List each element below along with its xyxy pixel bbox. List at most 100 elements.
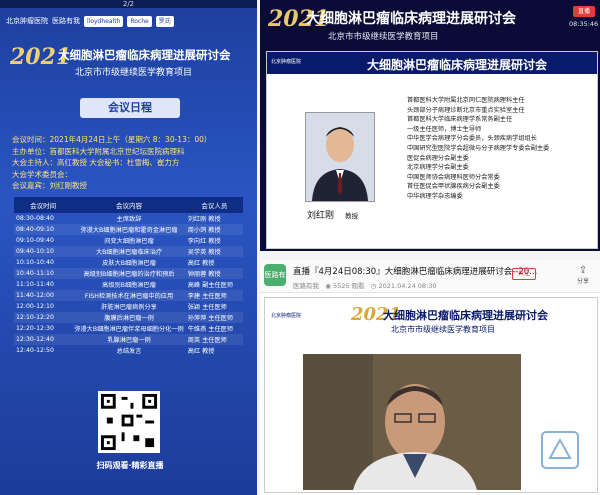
bio-line: 首都医科大学临床病理学系常务副主任	[407, 116, 513, 124]
table-cell: 12:30-12:40	[14, 334, 73, 345]
table-cell: FISH检测技术在淋巴瘤中的应用	[72, 290, 186, 301]
table-row: 08:40-09:10 弥漫大B细胞淋巴瘤和霍奇金淋巴瘤 周小鸽 教授	[14, 224, 243, 235]
live-badge: 直播	[573, 6, 595, 17]
table-row: 12:20-12:30 弥漫大B细胞淋巴瘤伴浆母细胞分化一例 牛维燕 主任医师	[14, 323, 243, 334]
clock-readout: 08:35:46	[569, 20, 599, 28]
sponsor-strip: 北京肿瘤医院 医路有我 lloydhealth Roche 罗氏	[6, 11, 251, 31]
speaker-caption: 刘红刚 教授	[307, 203, 358, 222]
table-cell: 11:40-12:00	[14, 290, 73, 301]
speaker-slide: 北京肿瘤医院 大细胞淋巴瘤临床病理进展研讨会 刘红刚 教授 首都医科大学附属北京…	[266, 51, 598, 249]
poster-subtitle: 北京市市级继续医学教育项目	[75, 68, 193, 78]
poster-title: 大细胞淋巴瘤临床病理进展研讨会	[58, 48, 231, 62]
speaker-name: 刘红刚	[307, 211, 335, 221]
table-cell: 11:10-11:40	[16, 281, 54, 288]
video-slide-title: 大细胞淋巴瘤临床病理进展研讨会	[383, 309, 548, 322]
table-row: 08:30-08:40 主席致辞 刘红刚 教授	[14, 213, 243, 224]
table-cell: 高级别B细胞淋巴瘤	[102, 282, 156, 289]
table-cell: 牛维燕 主任医师	[187, 326, 234, 333]
speaker-photo	[305, 112, 375, 202]
table-cell: 李向红 教授	[187, 238, 221, 245]
table-cell: 总结发言	[116, 348, 142, 355]
bio-line: 医促会病理分会副主委	[407, 154, 469, 162]
table-row: 10:10-10:40 皮肤大B细胞淋巴瘤 高红 教授	[14, 257, 243, 268]
table-cell: 弥漫大B细胞淋巴瘤伴浆母细胞分化一例	[74, 326, 184, 333]
table-cell: 间变大细胞淋巴瘤	[104, 238, 154, 245]
share-icon: ⇪	[578, 265, 588, 276]
speaker-video-icon	[303, 354, 521, 490]
qr-caption: 扫码观看·精彩直播	[96, 461, 164, 470]
table-cell: 高红 教授	[187, 260, 215, 267]
info-line: 大会主持人：高红教授 大会秘书：杜雪梅、崔力方	[12, 158, 180, 167]
sponsor-logo: 罗氏	[155, 15, 174, 27]
bio-line: 首都医科大学附属北京同仁医院病理科主任	[407, 97, 525, 104]
stream-subtitle: 北京市市级继续医学教育项目	[328, 32, 439, 42]
view-count: 5525 观看	[332, 282, 365, 290]
table-row: 10:40-11:10 高级别B细胞淋巴瘤的治疗和预后 钟丽蓉 教授	[14, 268, 243, 279]
table-cell: 弥漫大B细胞淋巴瘤和霍奇金淋巴瘤	[72, 224, 186, 235]
table-row: 09:40-10:10 大B细胞淋巴瘤临床治疗 吴学英 教授	[14, 246, 243, 257]
table-cell: 高红 教授	[187, 348, 215, 355]
bio-line: 一级主任医师，博士生导师	[407, 125, 482, 133]
speaker-bio: 首都医科大学附属北京同仁医院病理科主任 头颈部分子病理诊断北京市重点实验室主任 首都…	[407, 96, 597, 202]
eye-icon: ◉	[325, 282, 331, 290]
table-cell: 12:00-12:10	[16, 303, 54, 310]
speaker-camera-feed	[303, 354, 521, 490]
slide-header: 北京肿瘤医院 大细胞淋巴瘤临床病理进展研讨会	[267, 52, 597, 74]
channel-avatar[interactable]: 医路有我	[264, 264, 286, 301]
schedule-heading: 会议日程	[80, 98, 180, 118]
table-cell: 高级别B细胞淋巴瘤的治疗和预后	[72, 268, 186, 279]
table-cell: 10:40-11:10	[14, 268, 73, 279]
video-date: 2021.04.24 08:30	[378, 282, 437, 290]
clock-icon: ◷	[370, 282, 377, 290]
speaker-portrait-icon	[306, 113, 374, 201]
page-indicator: 2/2	[0, 0, 257, 8]
video-slide-subtitle: 北京市市级继续医学教育项目	[391, 325, 495, 334]
schedule-body: 08:30-08:40 主席致辞 刘红刚 教授 08:40-09:10 弥漫大B细胞淋巴…	[14, 213, 243, 356]
bio-line: 头颈部分子病理诊断北京市重点实验室主任	[407, 106, 525, 114]
table-cell: 08:40-09:10	[14, 224, 73, 235]
table-cell: 刘红刚 教授	[187, 216, 221, 223]
table-cell: 吴学英 教授	[185, 246, 243, 257]
table-cell: 肝脏淋巴瘤病例分享	[101, 304, 157, 311]
table-cell: 10:10-10:40	[16, 259, 54, 266]
table-cell: 08:30-08:40	[16, 215, 54, 222]
table-cell: 12:40-12:50	[16, 347, 54, 354]
table-row: 12:10-12:20 腹膜后淋巴瘤一例 孙萍萍 主任医师	[14, 312, 243, 323]
table-row: 12:30-12:40 乳腺淋巴瘤一例 周英 主任医师	[14, 334, 243, 345]
hospital-logo: 北京肿瘤医院	[271, 59, 302, 65]
slide-title: 大细胞淋巴瘤临床病理进展研讨会	[367, 58, 548, 72]
bio-line: 中国医师协会病理科医师分会常委	[407, 173, 500, 181]
table-cell: 张颖 主任医师	[187, 304, 227, 311]
left-poster-panel: 2/2 北京肿瘤医院 医路有我 lloydhealth Roche 罗氏 202…	[0, 0, 257, 495]
table-cell: 主席致辞	[116, 216, 142, 223]
stream-title: 大细胞淋巴瘤临床病理进展研讨会	[306, 11, 516, 27]
table-row: 09:10-09:40 间变大细胞淋巴瘤 李向红 教授	[14, 235, 243, 246]
bio-line: 北京病理学分会副主委	[407, 164, 469, 172]
table-row: 11:10-11:40 高级别B细胞淋巴瘤 高峰 副主任医师	[14, 279, 243, 290]
watermark-logo-icon	[541, 431, 579, 469]
schedule-table: 会议时间 会议内容 会议人员 08:30-08:40 主席致辞 刘红刚 教授 08:4…	[14, 197, 243, 356]
table-header: 会议内容	[72, 197, 186, 213]
table-cell: 乳腺淋巴瘤一例	[72, 334, 186, 345]
share-button[interactable]: ⇪ 分享	[572, 265, 594, 285]
speaker-title: 教授	[345, 212, 359, 220]
table-cell: 周英 主任医师	[185, 334, 243, 345]
table-cell: 大B细胞淋巴瘤临床治疗	[72, 246, 186, 257]
qr-code[interactable]	[98, 391, 160, 453]
sponsor-logo: Roche	[127, 15, 152, 27]
bio-line: 中华医学会病理学分会委员，头颈疾病学组组长	[407, 135, 537, 143]
share-label: 分享	[576, 278, 589, 285]
table-cell: 孙萍萍 主任医师	[185, 312, 243, 323]
bio-line: 中华病理学杂志编委	[407, 192, 463, 200]
table-row: 11:40-12:00 FISH检测技术在淋巴瘤中的应用 李建 主任医师	[14, 290, 243, 301]
video-player-panel: 医路有我 直播『4月24日08:30』大细胞淋巴瘤临床病理进展研讨会--20..…	[260, 260, 600, 495]
speaker-slide-panel: 2021 大细胞淋巴瘤临床病理进展研讨会 北京市市级继续医学教育项目 直播 08…	[260, 0, 600, 251]
info-line: 会议嘉宾：刘红刚教授	[12, 181, 87, 190]
follow-button[interactable]: 关注	[512, 268, 536, 280]
info-line: 主办单位：首都医科大学附属北京世纪坛医院病理科	[12, 146, 185, 156]
table-row: 12:40-12:50 总结发言 高红 教授	[14, 345, 243, 356]
table-cell: 12:10-12:20	[14, 312, 73, 323]
table-cell: 腹膜后淋巴瘤一例	[72, 312, 186, 323]
table-cell: 李建 主任医师	[185, 290, 243, 301]
table-cell: 高峰 副主任医师	[187, 282, 234, 289]
